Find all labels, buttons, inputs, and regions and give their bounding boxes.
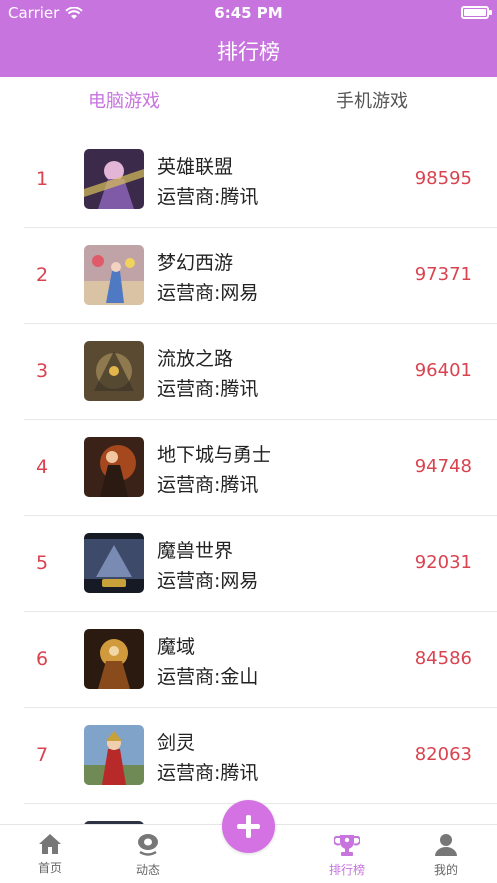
game-score: 97371 [414,264,472,285]
game-name: 英雄联盟 [157,156,234,178]
game-operator: 运营商:金山 [157,666,259,688]
game-score: 96401 [414,360,472,381]
rank-number: 1 [36,168,49,190]
trophy-icon [334,835,360,856]
game-score: 82063 [414,744,472,765]
tab-home[interactable]: 首页 [10,825,90,883]
list-item[interactable]: 3 流放之路 运营商:腾讯 96401 [24,324,497,420]
list-item[interactable]: 1 英雄联盟 运营商:腾讯 98595 [24,132,497,228]
tab-home-label: 首页 [37,861,62,875]
tab-feed-label: 动态 [135,863,160,877]
ranking-list: 1 英雄联盟 运营商:腾讯 98595 2 梦幻西游 运营商:网易 97371 … [24,132,497,824]
segment-tabs: 电脑游戏 手机游戏 [0,77,497,125]
person-icon [435,834,457,856]
game-name: 魔兽世界 [157,540,234,562]
game-thumbnail [84,533,144,593]
battery-level [464,9,486,16]
game-thumbnail [84,725,144,785]
tab-profile[interactable]: 我的 [406,825,486,883]
page-title: 排行榜 [217,40,280,64]
tab-pc-games[interactable]: 电脑游戏 [24,87,224,113]
tab-mobile-games[interactable]: 手机游戏 [272,87,472,113]
rank-number: 3 [36,360,49,382]
game-operator: 运营商:腾讯 [157,474,259,496]
game-name: 剑灵 [157,732,196,754]
list-item[interactable]: 5 魔兽世界 运营商:网易 92031 [24,516,497,612]
game-score: 94748 [414,456,472,477]
game-thumbnail [84,341,144,401]
game-thumbnail [84,245,144,305]
battery-icon [461,6,492,19]
rank-number: 2 [36,264,49,286]
game-operator: 运营商:网易 [157,570,259,592]
game-score: 84586 [414,648,472,669]
tab-feed[interactable]: 动态 [108,825,188,883]
add-button[interactable] [222,800,275,853]
game-name: 魔域 [157,636,196,658]
game-operator: 运营商:腾讯 [157,378,259,400]
tab-profile-label: 我的 [433,863,458,877]
rank-number: 7 [36,744,49,766]
tab-ranking[interactable]: 排行榜 [307,825,387,883]
list-item[interactable]: 2 梦幻西游 运营商:网易 97371 [24,228,497,324]
game-name: 流放之路 [157,348,234,370]
game-operator: 运营商:腾讯 [157,186,259,208]
game-name: 地下城与勇士 [157,444,272,466]
tab-ranking-label: 排行榜 [328,863,365,877]
game-score: 92031 [414,552,472,573]
game-thumbnail [84,629,144,689]
home-icon [39,834,61,854]
game-thumbnail [84,437,144,497]
game-thumbnail [84,149,144,209]
clock: 6:45 PM [214,4,283,22]
list-item[interactable]: 6 魔域 运营商:金山 84586 [24,612,497,708]
list-item[interactable]: 7 剑灵 运营商:腾讯 82063 [24,708,497,804]
rank-number: 4 [36,456,49,478]
game-name: 梦幻西游 [157,252,234,274]
game-score: 98595 [414,168,472,189]
list-item[interactable]: 4 地下城与勇士 运营商:腾讯 94748 [24,420,497,516]
rank-number: 6 [36,648,49,670]
game-operator: 运营商:腾讯 [157,762,259,784]
nav-header: Carrier 6:45 PM 排行榜 [0,0,497,77]
rank-number: 5 [36,552,49,574]
game-operator: 运营商:网易 [157,282,259,304]
location-icon [138,834,158,856]
status-bar: Carrier 6:45 PM [0,0,497,26]
